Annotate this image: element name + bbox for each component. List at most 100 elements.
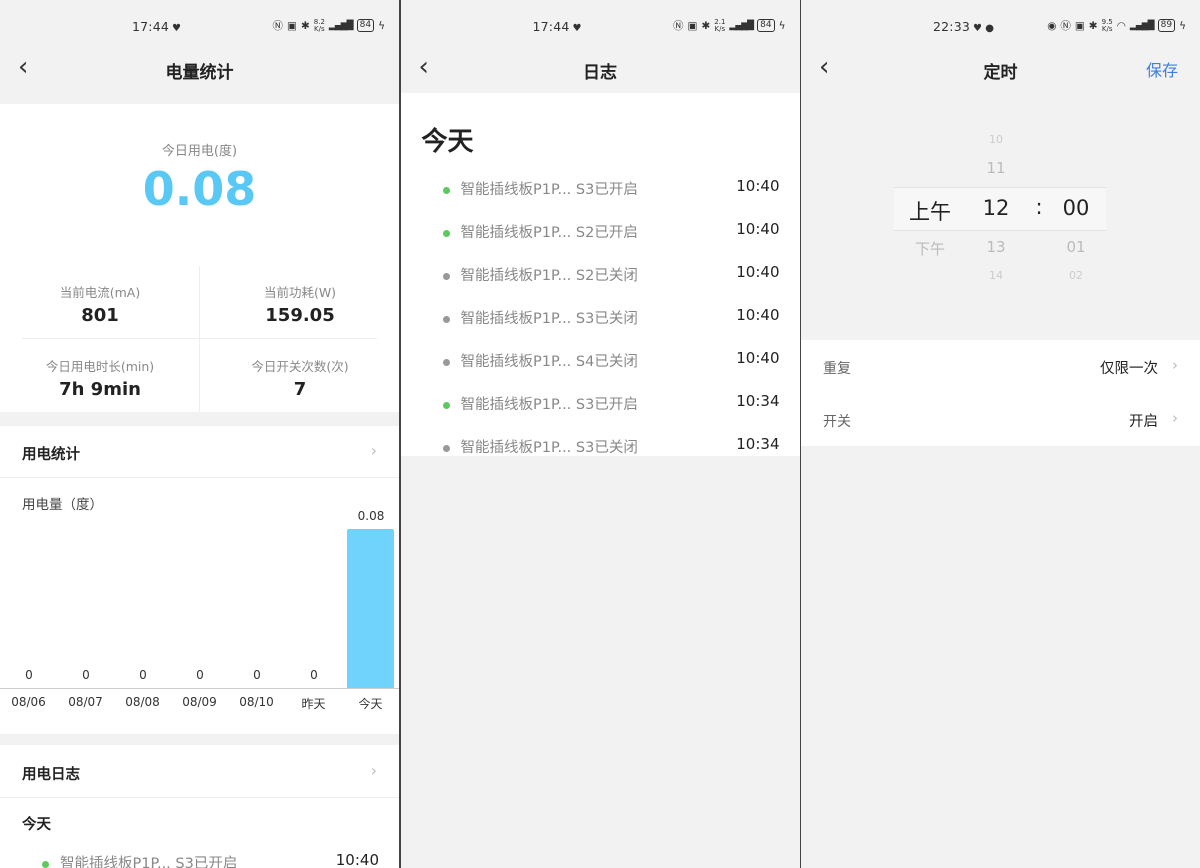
status-bar: 17:44 ♥ Ⓝ ▣ ✱ 8.2 K/s ▂▄▆█ 84 ϟ bbox=[0, 0, 399, 52]
list-item[interactable]: 智能插线板P1P... S3已关闭 10:34 bbox=[401, 431, 800, 474]
status-dot-icon bbox=[42, 861, 49, 868]
screen-timer: 22:33 ♥ ● ◉ Ⓝ ▣ ✱ 9.5 K/s ◠ ▂▄▆█ 89 ϟ ‹ 定时 … bbox=[801, 0, 1200, 868]
charging-icon: ϟ bbox=[778, 19, 786, 32]
x-tick-label: 08/06 bbox=[11, 695, 46, 709]
battery-indicator: 84 bbox=[356, 19, 375, 32]
metric-switch-count: 今日开关次数(次) 7 bbox=[251, 359, 349, 400]
heart-icon: ♥ bbox=[973, 23, 983, 34]
switch-label: 开关 bbox=[823, 414, 851, 430]
repeat-value: 仅限一次 bbox=[1100, 361, 1158, 377]
network-speed: 9.5 K/s bbox=[1101, 17, 1113, 33]
nfc-icon: Ⓝ bbox=[1060, 20, 1071, 32]
metric-divider-vertical bbox=[199, 266, 200, 412]
status-dot-icon bbox=[442, 273, 450, 280]
nav-bar: ‹ 日志 bbox=[401, 52, 800, 92]
network-speed: 2.1 K/s bbox=[714, 17, 726, 33]
hour-selected[interactable]: 12 bbox=[971, 196, 1021, 220]
screen-power-stats: 17:44 ♥ Ⓝ ▣ ✱ 8.2 K/s ▂▄▆█ 84 ϟ ‹ 电量统计 今日用… bbox=[0, 0, 399, 868]
battery-indicator: 84 bbox=[757, 19, 775, 32]
signal-icon: ▂▄▆█ bbox=[1129, 20, 1155, 31]
status-dot-icon bbox=[442, 230, 450, 237]
bar-value-label: 0 bbox=[82, 668, 90, 682]
save-button[interactable]: 保存 bbox=[1146, 57, 1178, 81]
bar-value-label: 0 bbox=[253, 668, 261, 682]
bar-value-label: 0 bbox=[25, 668, 33, 682]
status-dot-icon bbox=[442, 445, 450, 452]
bluetooth-icon: ✱ bbox=[1088, 19, 1098, 32]
chevron-right-icon[interactable]: › bbox=[371, 761, 377, 780]
page-title: 定时 bbox=[983, 63, 1018, 83]
today-summary-card: 今日用电(度) 0.08 当前电流(mA) 801 当前功耗(W) 159.05… bbox=[0, 104, 399, 412]
time-separator: : bbox=[1035, 195, 1043, 219]
status-dot-icon bbox=[442, 402, 450, 409]
nav-bar: ‹ 定时 保存 bbox=[801, 52, 1200, 92]
switch-row[interactable]: 开关 开启 › bbox=[801, 393, 1200, 446]
wechat-icon: ● bbox=[985, 23, 995, 34]
vibrate-icon: ▣ bbox=[1074, 19, 1085, 32]
metric-divider-horizontal bbox=[22, 338, 377, 339]
page-title: 日志 bbox=[583, 63, 617, 83]
minute-option[interactable]: 02 bbox=[1051, 269, 1101, 282]
network-speed: 8.2 K/s bbox=[313, 17, 325, 33]
charging-icon: ϟ bbox=[1179, 19, 1186, 32]
log-list-card: 今天 智能插线板P1P... S3已开启 10:40 智能插线板P1P... S2已… bbox=[400, 93, 800, 456]
repeat-row[interactable]: 重复 仅限一次 › bbox=[801, 340, 1200, 393]
usage-stats-section: 用电统计 › 用电量（度） 0 08/06 0 08/07 0 08/08 0 08/09 0 0… bbox=[0, 426, 399, 734]
hour-option[interactable]: 14 bbox=[971, 269, 1021, 282]
usage-stats-header[interactable]: 用电统计 bbox=[22, 443, 80, 464]
hour-option[interactable]: 13 bbox=[971, 238, 1021, 256]
list-item[interactable]: 智能插线板P1P... S4已关闭 10:40 bbox=[401, 345, 800, 388]
chart-y-label: 用电量（度） bbox=[22, 497, 103, 513]
chevron-right-icon: › bbox=[1172, 356, 1178, 374]
wifi-icon: ◠ bbox=[1116, 19, 1126, 32]
ampm-option[interactable]: 下午 bbox=[899, 238, 961, 259]
x-axis-line bbox=[0, 688, 399, 689]
heart-icon: ♥ bbox=[172, 23, 182, 34]
time-picker[interactable]: 10 11 上午 12 : 00 下午 13 01 14 02 bbox=[801, 93, 1200, 339]
bluetooth-icon: ✱ bbox=[701, 19, 711, 32]
bar-value-label: 0 bbox=[310, 668, 318, 682]
list-item[interactable]: 智能插线板P1P... S3已开启 10:40 bbox=[0, 847, 399, 868]
page-title: 电量统计 bbox=[165, 63, 234, 83]
metric-duration: 今日用电时长(min) 7h 9min bbox=[45, 359, 155, 400]
list-item[interactable]: 智能插线板P1P... S3已关闭 10:40 bbox=[401, 302, 800, 345]
list-item[interactable]: 智能插线板P1P... S2已关闭 10:40 bbox=[401, 259, 800, 302]
log-today-label: 今天 bbox=[22, 817, 51, 833]
eye-icon: ◉ bbox=[1047, 19, 1057, 32]
signal-icon: ▂▄▆█ bbox=[328, 20, 354, 31]
bar-value-label: 0 bbox=[139, 668, 147, 682]
list-item[interactable]: 智能插线板P1P... S3已开启 10:34 bbox=[401, 388, 800, 431]
heart-icon: ♥ bbox=[572, 23, 582, 34]
usage-log-header[interactable]: 用电日志 bbox=[22, 763, 80, 784]
x-tick-label: 08/09 bbox=[182, 695, 217, 709]
metric-power: 当前功耗(W) 159.05 bbox=[263, 285, 337, 326]
nfc-icon: Ⓝ bbox=[673, 20, 684, 32]
chart-bar bbox=[347, 529, 394, 688]
status-time: 22:33 bbox=[933, 19, 971, 34]
ampm-selected[interactable]: 上午 bbox=[899, 196, 961, 226]
chevron-right-icon[interactable]: › bbox=[371, 441, 377, 460]
minute-option[interactable]: 01 bbox=[1051, 238, 1101, 256]
vibrate-icon: ▣ bbox=[287, 19, 297, 32]
x-tick-label: 08/08 bbox=[125, 695, 160, 709]
usage-log-section: 用电日志 › 今天 智能插线板P1P... S3已开启 10:40 bbox=[0, 745, 399, 868]
status-dot-icon bbox=[442, 316, 450, 323]
nfc-icon: Ⓝ bbox=[272, 20, 284, 32]
list-item[interactable]: 智能插线板P1P... S3已开启 10:40 bbox=[401, 173, 800, 216]
hour-option[interactable]: 10 bbox=[971, 133, 1021, 146]
hour-option[interactable]: 11 bbox=[971, 159, 1021, 177]
nav-bar: ‹ 电量统计 bbox=[0, 52, 399, 92]
minute-selected[interactable]: 00 bbox=[1051, 196, 1101, 220]
status-bar: 22:33 ♥ ● ◉ Ⓝ ▣ ✱ 9.5 K/s ◠ ▂▄▆█ 89 ϟ bbox=[801, 0, 1200, 52]
status-dot-icon bbox=[442, 359, 450, 366]
screen-log: 17:44 ♥ Ⓝ ▣ ✱ 2.1 K/s ▂▄▆█ 84 ϟ ‹ 日志 今天 智能… bbox=[400, 0, 800, 868]
status-dot-icon bbox=[442, 187, 450, 194]
chevron-right-icon: › bbox=[1172, 409, 1178, 427]
status-time: 17:44 bbox=[132, 19, 170, 34]
list-item[interactable]: 智能插线板P1P... S2已开启 10:40 bbox=[401, 216, 800, 259]
repeat-label: 重复 bbox=[823, 361, 851, 377]
log-today-heading: 今天 bbox=[421, 127, 474, 157]
x-tick-label: 08/10 bbox=[239, 695, 274, 709]
x-tick-label: 08/07 bbox=[68, 695, 103, 709]
x-tick-label: 今天 bbox=[358, 697, 383, 711]
